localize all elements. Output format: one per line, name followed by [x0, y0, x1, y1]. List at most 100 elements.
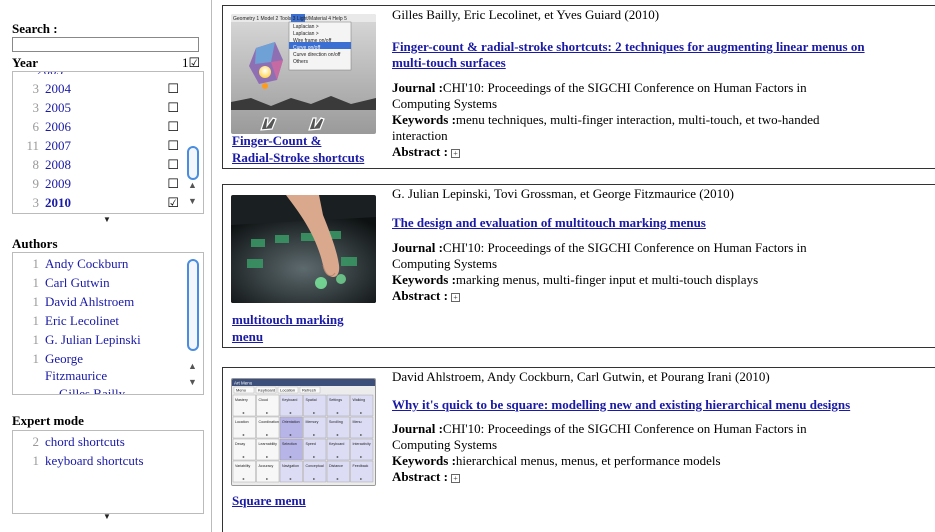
authors-scrollbar[interactable]: ▲ ▼	[185, 257, 201, 392]
thumb-menu-cell-label: Decay	[235, 442, 245, 446]
filter-label-link[interactable]: 2010	[45, 195, 71, 210]
thumbnail-title-link[interactable]: Square menu	[232, 492, 306, 509]
filter-row[interactable]: 6 2006 ☐	[13, 117, 181, 136]
thumb-menu-cell-label: Orientation	[282, 420, 300, 424]
submenu-arrow-icon: ▸	[266, 476, 268, 481]
filter-row[interactable]: 1 Eric Lecolinet	[13, 311, 181, 330]
filter-checkbox[interactable]: ☐	[167, 118, 179, 135]
paper-title-link[interactable]: Finger-count & radial-stroke shortcuts: …	[392, 39, 935, 71]
filter-row[interactable]: 1 G. Julian Lepinski	[13, 330, 181, 349]
scroll-up-arrow-icon[interactable]: ▲	[188, 361, 197, 371]
thumb-menu-cell-label: Accuracy	[259, 464, 274, 468]
filter-label-link[interactable]: 2009	[45, 176, 71, 191]
thumbnail-title-link[interactable]: multitouch marking menu	[232, 311, 344, 345]
thumb-menu-cell-label: Feedback	[353, 464, 369, 468]
filter-count: 1	[32, 294, 40, 309]
filter-row[interactable]: 1 David Ahlstroem	[13, 292, 181, 311]
filter-row[interactable]: 1 Carl Gutwin	[13, 273, 181, 292]
filter-checkbox[interactable]: ☐	[167, 137, 179, 154]
expand-years-icon[interactable]: ▼	[103, 215, 111, 224]
paper-thumbnail[interactable]	[231, 195, 376, 303]
filter-label-link[interactable]: 2008	[45, 157, 71, 172]
expand-expert-icon[interactable]: ▼	[103, 512, 111, 521]
submenu-arrow-icon: ▸	[360, 432, 362, 437]
scroll-down-arrow-icon[interactable]: ▼	[188, 196, 197, 206]
filter-count: 3	[32, 195, 40, 210]
filter-row[interactable]: 3 2005 ☐	[13, 98, 181, 117]
thumb3-title: Art Menu	[234, 381, 253, 386]
filter-label-link[interactable]: Eric Lecolinet	[45, 313, 119, 328]
submenu-arrow-icon: ▸	[266, 432, 268, 437]
paper-title-link[interactable]: The design and evaluation of multitouch …	[392, 215, 935, 231]
paper-title-link[interactable]: Why it's quick to be square: modelling n…	[392, 397, 935, 413]
year-filter-checkbox[interactable]: ☑	[189, 55, 201, 70]
expand-abstract-icon[interactable]: +	[450, 473, 460, 483]
filter-label-link[interactable]: 2004	[45, 81, 71, 96]
paper-authors: Gilles Bailly, Eric Lecolinet, et Yves G…	[392, 7, 660, 22]
filter-row[interactable]: 9 2009 ☐	[13, 174, 181, 193]
thumb-menu-cell-label: Cloud	[259, 398, 268, 402]
thumb-tab-label: Keyboard	[258, 388, 275, 393]
filter-row[interactable]: 11 2007 ☐	[13, 136, 181, 155]
thumb-menu-cell-label: Selection	[282, 442, 297, 446]
filter-label-link[interactable]: George	[45, 351, 83, 366]
thumb-menu-cell-label: Conceptual	[306, 464, 324, 468]
thumbnail-title-link[interactable]: Finger-Count & Radial-Stroke shortcuts	[232, 132, 364, 166]
paper-thumbnail[interactable]: Geometry 1 Model 2 Tools 3 Light/Materia…	[231, 14, 376, 134]
filter-checkbox[interactable]: ☐	[167, 80, 179, 97]
filter-label-link[interactable]: chord shortcuts	[45, 434, 125, 449]
filter-row[interactable]: Fitzmaurice	[13, 366, 181, 385]
year-selected-count: 1☑	[182, 55, 201, 70]
filter-row[interactable]: 3 2010 ☑	[13, 193, 181, 212]
filter-label-link[interactable]: Andy Cockburn	[45, 256, 128, 271]
paper-card: multitouch marking menu G. Julian Lepinsk…	[222, 184, 935, 348]
filter-row[interactable]: 3 2004 ☐	[13, 79, 181, 98]
filter-row[interactable]: 8 2008 ☐	[13, 155, 181, 174]
filter-count: 2	[32, 434, 40, 449]
year-list: 2003 3 2004 ☐ 3 2005 ☐ 6 2006 ☐ 11 2007 ☐ 8 2008 ☐ 9 200…	[12, 71, 204, 214]
search-input[interactable]	[12, 37, 199, 52]
filter-label-link[interactable]: keyboard shortcuts	[45, 453, 144, 468]
filter-label-link[interactable]: Carl Gutwin	[45, 275, 110, 290]
submenu-arrow-icon: ▸	[290, 454, 292, 459]
filter-row[interactable]: 1 Andy Cockburn	[13, 254, 181, 273]
authors-scroll-thumb[interactable]	[187, 259, 199, 351]
filter-label-link[interactable]: G. Julian Lepinski	[45, 332, 141, 347]
thumb-menu-cell-label: Location	[235, 420, 249, 424]
filter-count: 1	[32, 313, 40, 328]
authors-label: Authors	[12, 236, 58, 251]
submenu-arrow-icon: ▸	[290, 410, 292, 415]
filter-row[interactable]: 2 chord shortcuts	[13, 432, 181, 451]
filter-checkbox[interactable]: ☐	[167, 99, 179, 116]
thumb-menu-cell-label: Interactivity	[353, 442, 371, 446]
thumb-menu-cell-label: Keyboard	[282, 398, 297, 402]
expand-abstract-icon[interactable]: +	[450, 148, 460, 158]
submenu-arrow-icon: ▸	[243, 454, 245, 459]
filter-row[interactable]: 1 keyboard shortcuts	[13, 451, 181, 470]
filter-label-link[interactable]: 2007	[45, 138, 71, 153]
year-scroll-thumb[interactable]	[187, 146, 199, 180]
paper-thumbnail[interactable]: Art Menu Menu Keyboard Location Refresh Mas…	[231, 378, 376, 486]
filter-count: 8	[32, 157, 40, 172]
scroll-down-arrow-icon[interactable]: ▼	[188, 377, 197, 387]
filter-label-link[interactable]: David Ahlstroem	[45, 294, 134, 309]
thumb-menubar: Geometry 1 Model 2 Tools 3 Light/Materia…	[233, 16, 347, 22]
thumb-menu-cell-label: Walking	[353, 398, 366, 402]
expand-abstract-icon[interactable]: +	[450, 292, 460, 302]
filter-checkbox[interactable]: ☑	[167, 194, 179, 211]
submenu-arrow-icon: ▸	[337, 432, 339, 437]
filter-checkbox[interactable]: ☐	[167, 175, 179, 192]
filter-label-link[interactable]: 2006	[45, 119, 71, 134]
year-label: Year	[12, 55, 38, 70]
submenu-arrow-icon: ▸	[313, 410, 315, 415]
scroll-up-arrow-icon[interactable]: ▲	[188, 180, 197, 190]
thumb-menu-cell-label: Scrolling	[329, 420, 343, 424]
search-label: Search :	[12, 21, 58, 36]
filter-checkbox[interactable]: ☐	[167, 156, 179, 173]
paper-card: Geometry 1 Model 2 Tools 3 Light/Materia…	[222, 5, 935, 169]
paper-meta: Journal :CHI'10: Proceedings of the SIGC…	[392, 421, 807, 484]
year-scrollbar[interactable]: ▲ ▼	[185, 76, 201, 211]
filter-label-link[interactable]: Fitzmaurice	[45, 368, 107, 383]
thumb-menu-item: Curve direction on/off	[293, 52, 341, 58]
filter-label-link[interactable]: 2005	[45, 100, 71, 115]
